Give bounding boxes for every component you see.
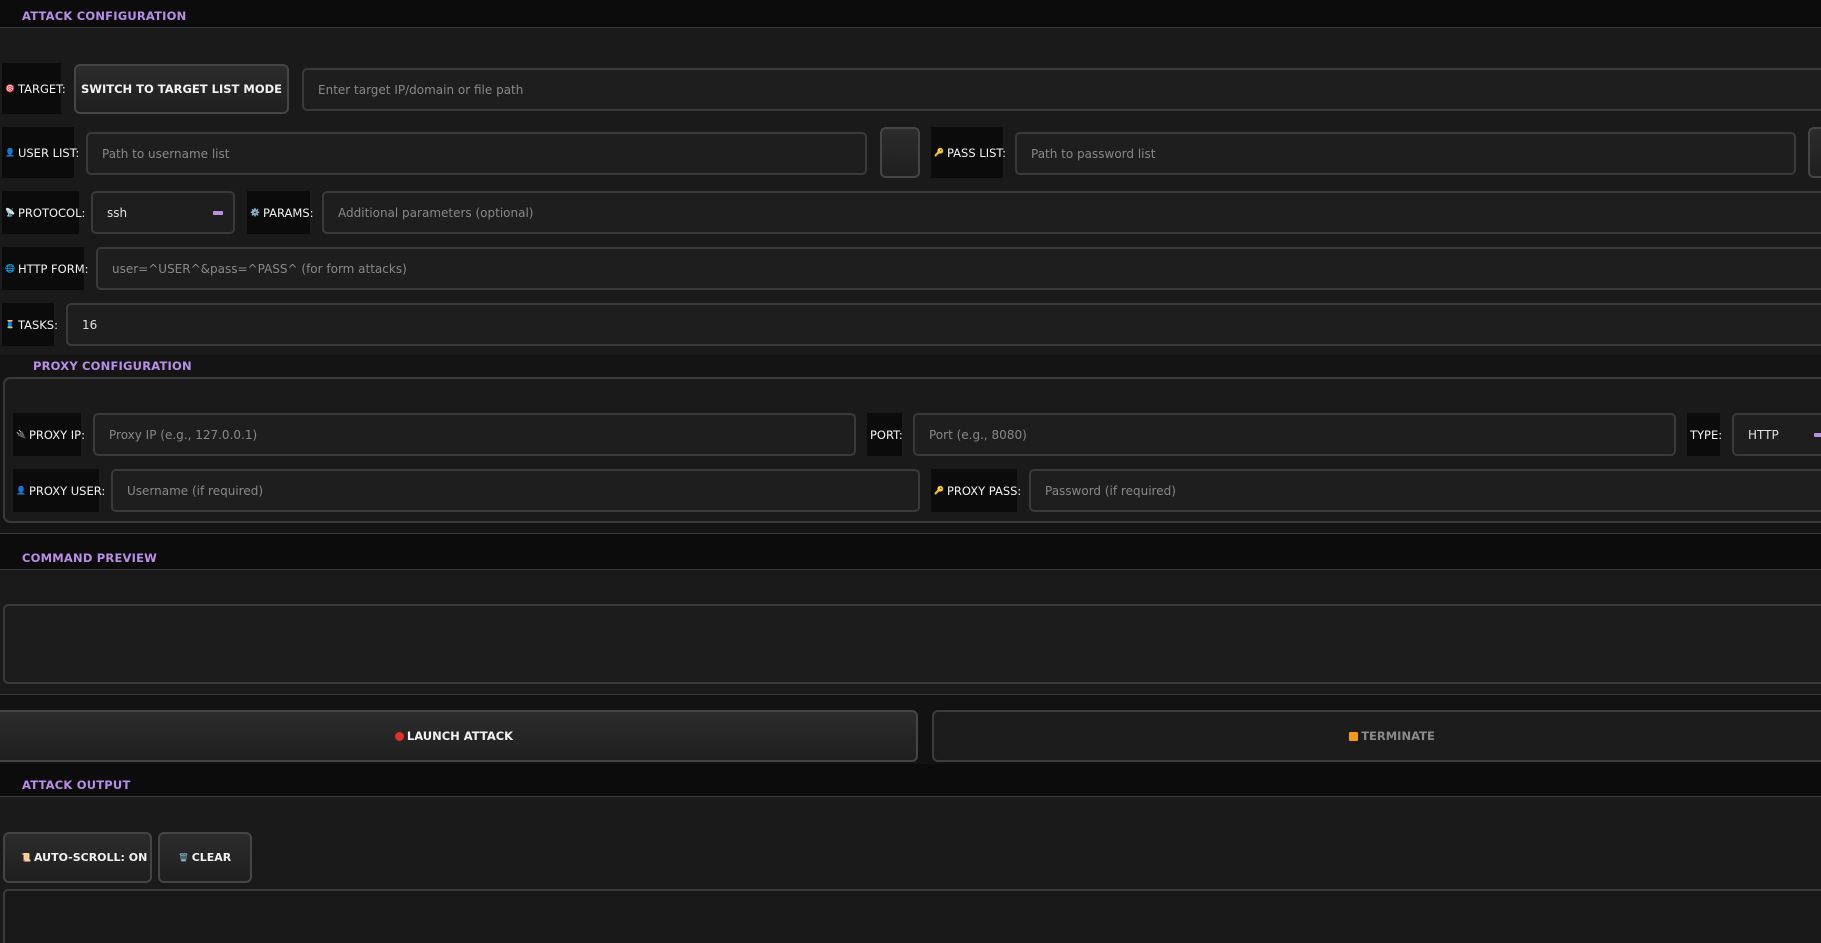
proxy-pass-label: 🔑 PROXY PASS: <box>931 469 1021 512</box>
attack-output-title: ATTACK OUTPUT <box>22 778 131 792</box>
launch-attack-button[interactable]: LAUNCH ATTACK <box>0 710 918 762</box>
command-preview-title: COMMAND PREVIEW <box>22 551 158 565</box>
attack-output-header <box>0 764 1821 796</box>
clear-output-button[interactable]: 🗑️ CLEAR <box>158 832 252 883</box>
user-list-input[interactable]: Path to username list <box>86 132 867 175</box>
switch-target-mode-button[interactable]: SWITCH TO TARGET LIST MODE <box>74 64 289 114</box>
satellite-icon: 📡 <box>5 208 15 217</box>
proxy-type-select[interactable]: HTTP <box>1732 413 1821 456</box>
params-label: ⚙️ PARAMS: <box>247 191 314 234</box>
pass-list-label: 🔑 PASS LIST: <box>931 127 1006 178</box>
target-label: 🎯 TARGET: <box>2 63 66 114</box>
tasks-label: 🧵 TASKS: <box>2 303 58 346</box>
proxy-port-label: PORT: <box>867 413 903 456</box>
http-form-input[interactable]: user=^USER^&pass=^PASS^ (for form attack… <box>96 247 1821 290</box>
attack-output-log <box>3 889 1821 943</box>
user-icon: 👤 <box>16 486 26 495</box>
thread-icon: 🧵 <box>5 320 15 329</box>
red-circle-icon <box>394 731 404 741</box>
pass-list-browse-button[interactable] <box>1808 127 1821 178</box>
proxy-ip-input[interactable]: Proxy IP (e.g., 127.0.0.1) <box>93 413 856 456</box>
proxy-type-label: TYPE: <box>1687 413 1722 456</box>
protocol-label: 📡 PROTOCOL: <box>2 191 85 234</box>
dropdown-indicator-icon <box>1814 433 1821 437</box>
http-form-label: 🌐 HTTP FORM: <box>2 247 89 290</box>
attack-config-header <box>0 0 1821 27</box>
proxy-user-input[interactable]: Username (if required) <box>111 469 920 512</box>
params-input[interactable]: Additional parameters (optional) <box>322 191 1821 234</box>
globe-icon: 🌐 <box>5 264 15 273</box>
auto-scroll-toggle[interactable]: 📜 AUTO-SCROLL: ON <box>3 832 152 883</box>
command-preview-header <box>0 534 1821 569</box>
user-list-browse-button[interactable] <box>880 127 920 178</box>
terminate-button[interactable]: TERMINATE <box>932 710 1821 762</box>
pass-list-input[interactable]: Path to password list <box>1015 132 1796 175</box>
dropdown-indicator-icon <box>213 211 223 215</box>
user-list-label: 👤 USER LIST: <box>2 127 79 178</box>
target-icon: 🎯 <box>5 84 15 93</box>
target-input[interactable]: Enter target IP/domain or file path <box>302 68 1821 111</box>
gear-icon: ⚙️ <box>250 208 260 217</box>
proxy-config-title: PROXY CONFIGURATION <box>33 359 192 373</box>
key-icon: 🔑 <box>934 148 944 157</box>
command-preview-text <box>3 604 1821 684</box>
scroll-icon: 📜 <box>21 853 31 862</box>
user-icon: 👤 <box>5 148 15 157</box>
proxy-pass-input[interactable]: Password (if required) <box>1029 469 1821 512</box>
proxy-user-label: 👤 PROXY USER: <box>13 469 105 512</box>
attack-config-title: ATTACK CONFIGURATION <box>22 9 187 23</box>
proxy-port-input[interactable]: Port (e.g., 8080) <box>913 413 1676 456</box>
key-icon: 🔑 <box>934 486 944 495</box>
trash-icon: 🗑️ <box>178 853 189 862</box>
proxy-ip-label: 🔌 PROXY IP: <box>13 413 85 456</box>
plug-icon: 🔌 <box>16 430 26 439</box>
tasks-input[interactable]: 16 <box>66 303 1821 346</box>
stop-icon <box>1349 731 1359 741</box>
